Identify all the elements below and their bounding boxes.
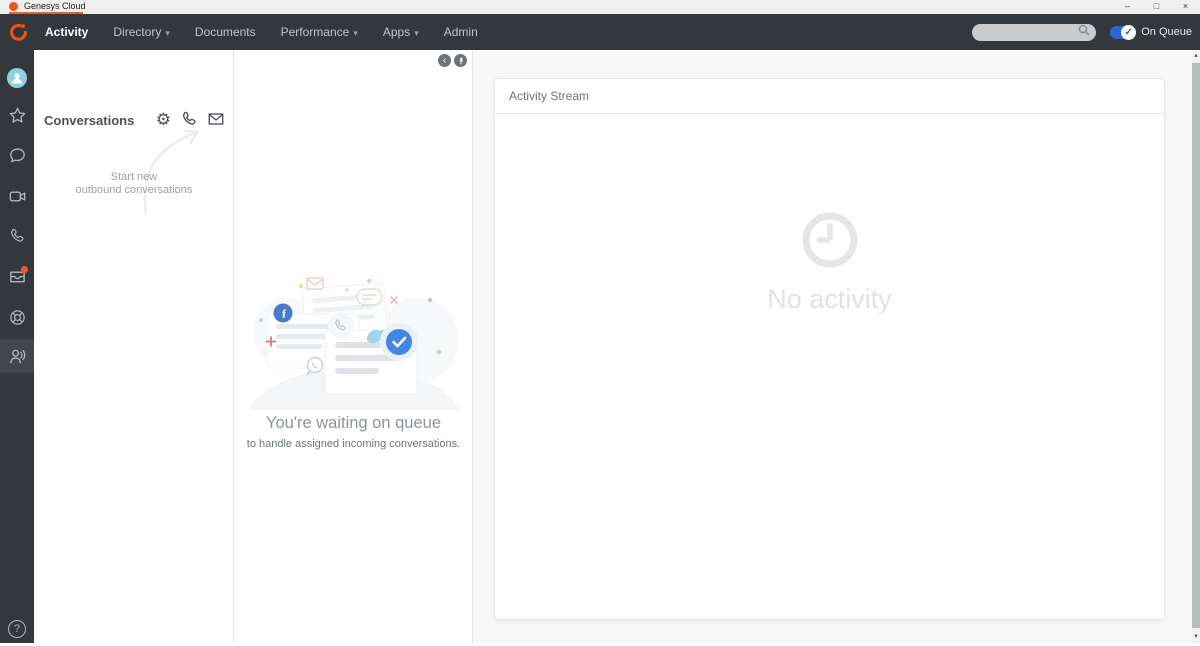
nav-item-label: Admin: [443, 25, 478, 39]
no-activity-empty-state: No activity: [495, 209, 1164, 315]
close-icon[interactable]: ×: [1171, 0, 1200, 14]
caret-down-icon: ▾: [165, 28, 170, 38]
window-titlebar: Genesys Cloud – □ ×: [0, 0, 1200, 14]
chevron-glyph: ‹: [442, 54, 447, 66]
envelope-sketch-icon: [306, 277, 324, 290]
start-outbound-hint: Start new outbound conversations: [54, 171, 214, 197]
on-queue-toggle[interactable]: ✓: [1110, 24, 1137, 40]
activity-stream-area: Activity Stream No activity: [473, 50, 1192, 643]
nav-item-label: Activity: [45, 25, 89, 39]
chat-sketch-icon: [356, 288, 383, 308]
scroll-up-icon[interactable]: ▴: [1192, 50, 1200, 62]
caret-down-icon: ▾: [414, 28, 419, 38]
nav-item-label: Performance: [280, 25, 350, 39]
main-menu: Activity Directory ▾ Documents Performanc…: [45, 25, 478, 39]
hint-line-1: Start new: [110, 171, 158, 183]
vertical-scrollbar: ▴ ▾: [1192, 50, 1200, 643]
hint-line-2: outbound conversations: [75, 184, 193, 196]
nav-item-activity[interactable]: Activity: [45, 25, 88, 39]
unread-badge: [21, 266, 28, 273]
support-buoy-icon[interactable]: [0, 300, 34, 334]
nav-item-admin[interactable]: Admin: [444, 25, 478, 39]
caret-down-icon: ▾: [353, 28, 358, 38]
favorites-star-icon[interactable]: [0, 98, 34, 132]
top-navbar: Activity Directory ▾ Documents Performanc…: [0, 14, 1200, 50]
check-icon: ✓: [1121, 24, 1137, 40]
phone-sketch-icon: [328, 312, 354, 338]
new-email-envelope-icon[interactable]: [207, 110, 225, 128]
activity-stream-header: Activity Stream: [495, 79, 1164, 114]
panel-buttons: ‹: [438, 54, 467, 67]
conversations-panel: Conversations ⚙ Start new outbound conve…: [34, 50, 234, 643]
minimize-icon[interactable]: –: [1113, 0, 1142, 14]
nav-item-directory[interactable]: Directory ▾: [113, 25, 170, 39]
genesys-logo-icon: [10, 23, 27, 41]
app-icon: [9, 2, 18, 11]
question-glyph: ?: [8, 620, 26, 638]
restore-icon[interactable]: □: [1142, 0, 1171, 14]
nav-item-label: Apps: [382, 25, 411, 39]
waiting-on-queue-panel: ‹ f You're waiting on queue to handle as…: [234, 50, 473, 643]
nav-item-performance[interactable]: Performance ▾: [281, 25, 358, 39]
interactions-inbox-icon[interactable]: [0, 259, 34, 293]
left-icon-rail: ?: [0, 50, 34, 643]
navbar-right: ✓ On Queue: [972, 23, 1192, 41]
waiting-illustration: f: [249, 277, 459, 410]
help-icon[interactable]: ?: [0, 612, 34, 646]
window-controls: – □ ×: [1113, 0, 1200, 14]
no-activity-label: No activity: [767, 284, 892, 314]
check-badge-icon: [380, 323, 418, 361]
video-icon[interactable]: [0, 179, 34, 213]
waiting-subtitle: to handle assigned incoming conversation…: [246, 438, 461, 450]
nav-item-apps[interactable]: Apps ▾: [383, 25, 419, 39]
calls-phone-icon[interactable]: [0, 219, 34, 253]
avatar: [7, 68, 27, 88]
profile-avatar[interactable]: [0, 61, 34, 95]
scrollbar-thumb[interactable]: [1192, 63, 1200, 628]
nav-item-label: Directory: [113, 25, 162, 39]
waiting-title: You're waiting on queue: [265, 414, 441, 432]
nav-item-documents[interactable]: Documents: [195, 25, 256, 39]
nav-item-label: Documents: [194, 25, 256, 39]
clock-icon: [802, 212, 857, 268]
facebook-icon: f: [273, 303, 293, 323]
on-queue-label: On Queue: [1141, 26, 1192, 38]
collapse-chevron-left-icon[interactable]: ‹: [438, 54, 451, 67]
pin-panel-icon[interactable]: [454, 54, 467, 67]
chat-icon[interactable]: [0, 138, 34, 172]
conversations-title: Conversations: [44, 113, 135, 128]
agents-people-icon[interactable]: [0, 339, 34, 373]
scroll-down-icon[interactable]: ▾: [1192, 631, 1200, 643]
activity-stream-card: Activity Stream No activity: [494, 78, 1165, 620]
hint-arrow: [143, 129, 199, 215]
